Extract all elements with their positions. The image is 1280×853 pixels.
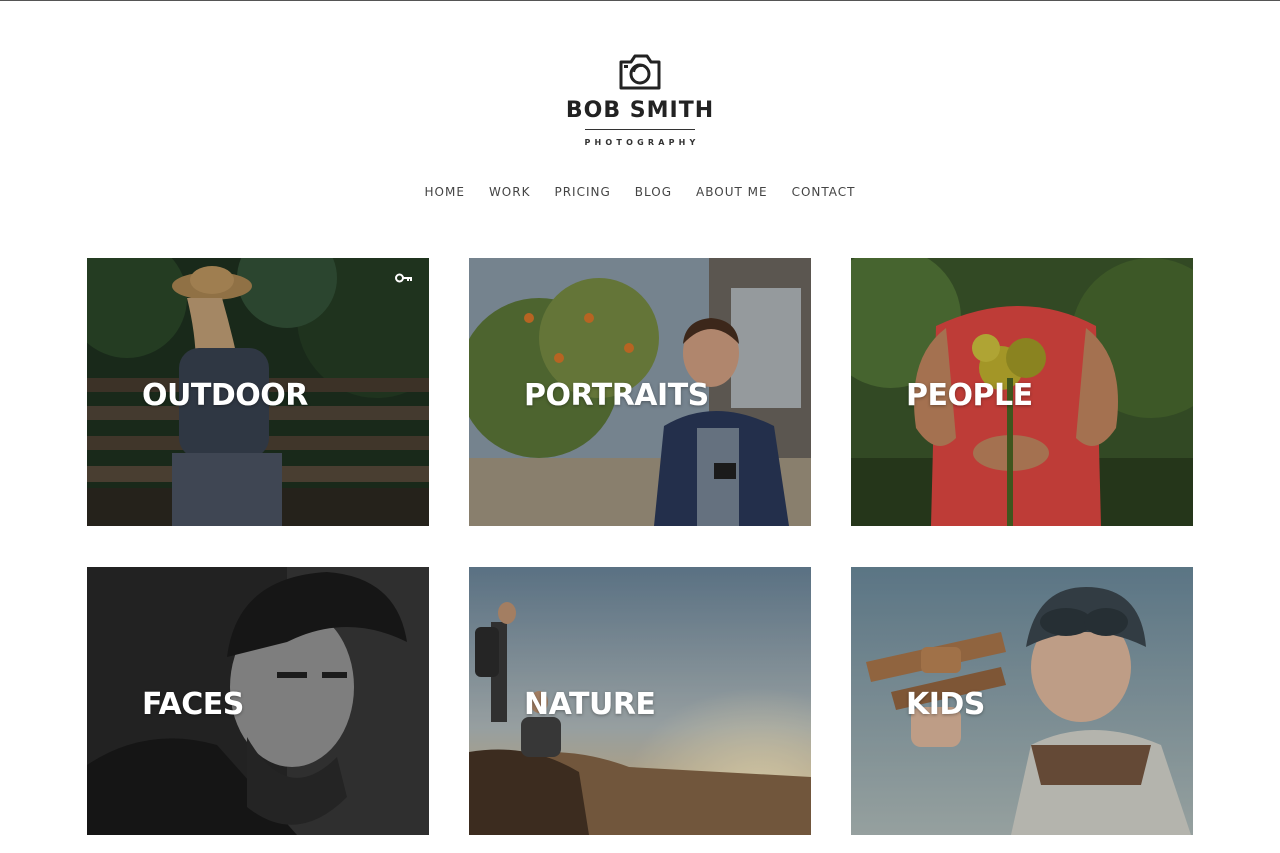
key-icon <box>395 273 412 283</box>
tile-label: PEOPLE <box>906 378 1033 413</box>
main-nav: HOME WORK PRICING BLOG ABOUT ME CONTACT <box>0 184 1280 204</box>
tile-overlay <box>87 567 429 835</box>
tile-label: KIDS <box>906 687 985 722</box>
tile-label: NATURE <box>524 687 656 722</box>
nav-item-contact[interactable]: CONTACT <box>792 184 856 204</box>
tile-label: FACES <box>142 687 244 722</box>
nav-item-about-me[interactable]: ABOUT ME <box>696 184 768 204</box>
tile-label: PORTRAITS <box>524 378 709 413</box>
camera-icon <box>619 54 661 90</box>
tile-label: OUTDOOR <box>142 378 308 413</box>
gallery-grid: OUTDOOR PORTRAITS PEOPLE FACES NATURE KI… <box>87 258 1193 835</box>
nav-item-home[interactable]: HOME <box>425 184 465 204</box>
gallery-tile-faces[interactable]: FACES <box>87 567 429 835</box>
gallery-tile-portraits[interactable]: PORTRAITS <box>469 258 811 526</box>
brand-tagline: PHOTOGRAPHY <box>584 138 700 147</box>
tile-overlay <box>851 567 1193 835</box>
gallery-tile-people[interactable]: PEOPLE <box>851 258 1193 526</box>
nav-item-work[interactable]: WORK <box>489 184 531 204</box>
logo-divider <box>585 129 695 130</box>
gallery-tile-outdoor[interactable]: OUTDOOR <box>87 258 429 526</box>
nav-item-pricing[interactable]: PRICING <box>554 184 610 204</box>
brand-name: BOB SMITH <box>565 98 715 123</box>
nav-item-blog[interactable]: BLOG <box>635 184 672 204</box>
site-header: BOB SMITH PHOTOGRAPHY HOME WORK PRICING … <box>0 0 1280 230</box>
gallery-tile-nature[interactable]: NATURE <box>469 567 811 835</box>
gallery-tile-kids[interactable]: KIDS <box>851 567 1193 835</box>
site-logo[interactable]: BOB SMITH PHOTOGRAPHY <box>540 52 740 152</box>
